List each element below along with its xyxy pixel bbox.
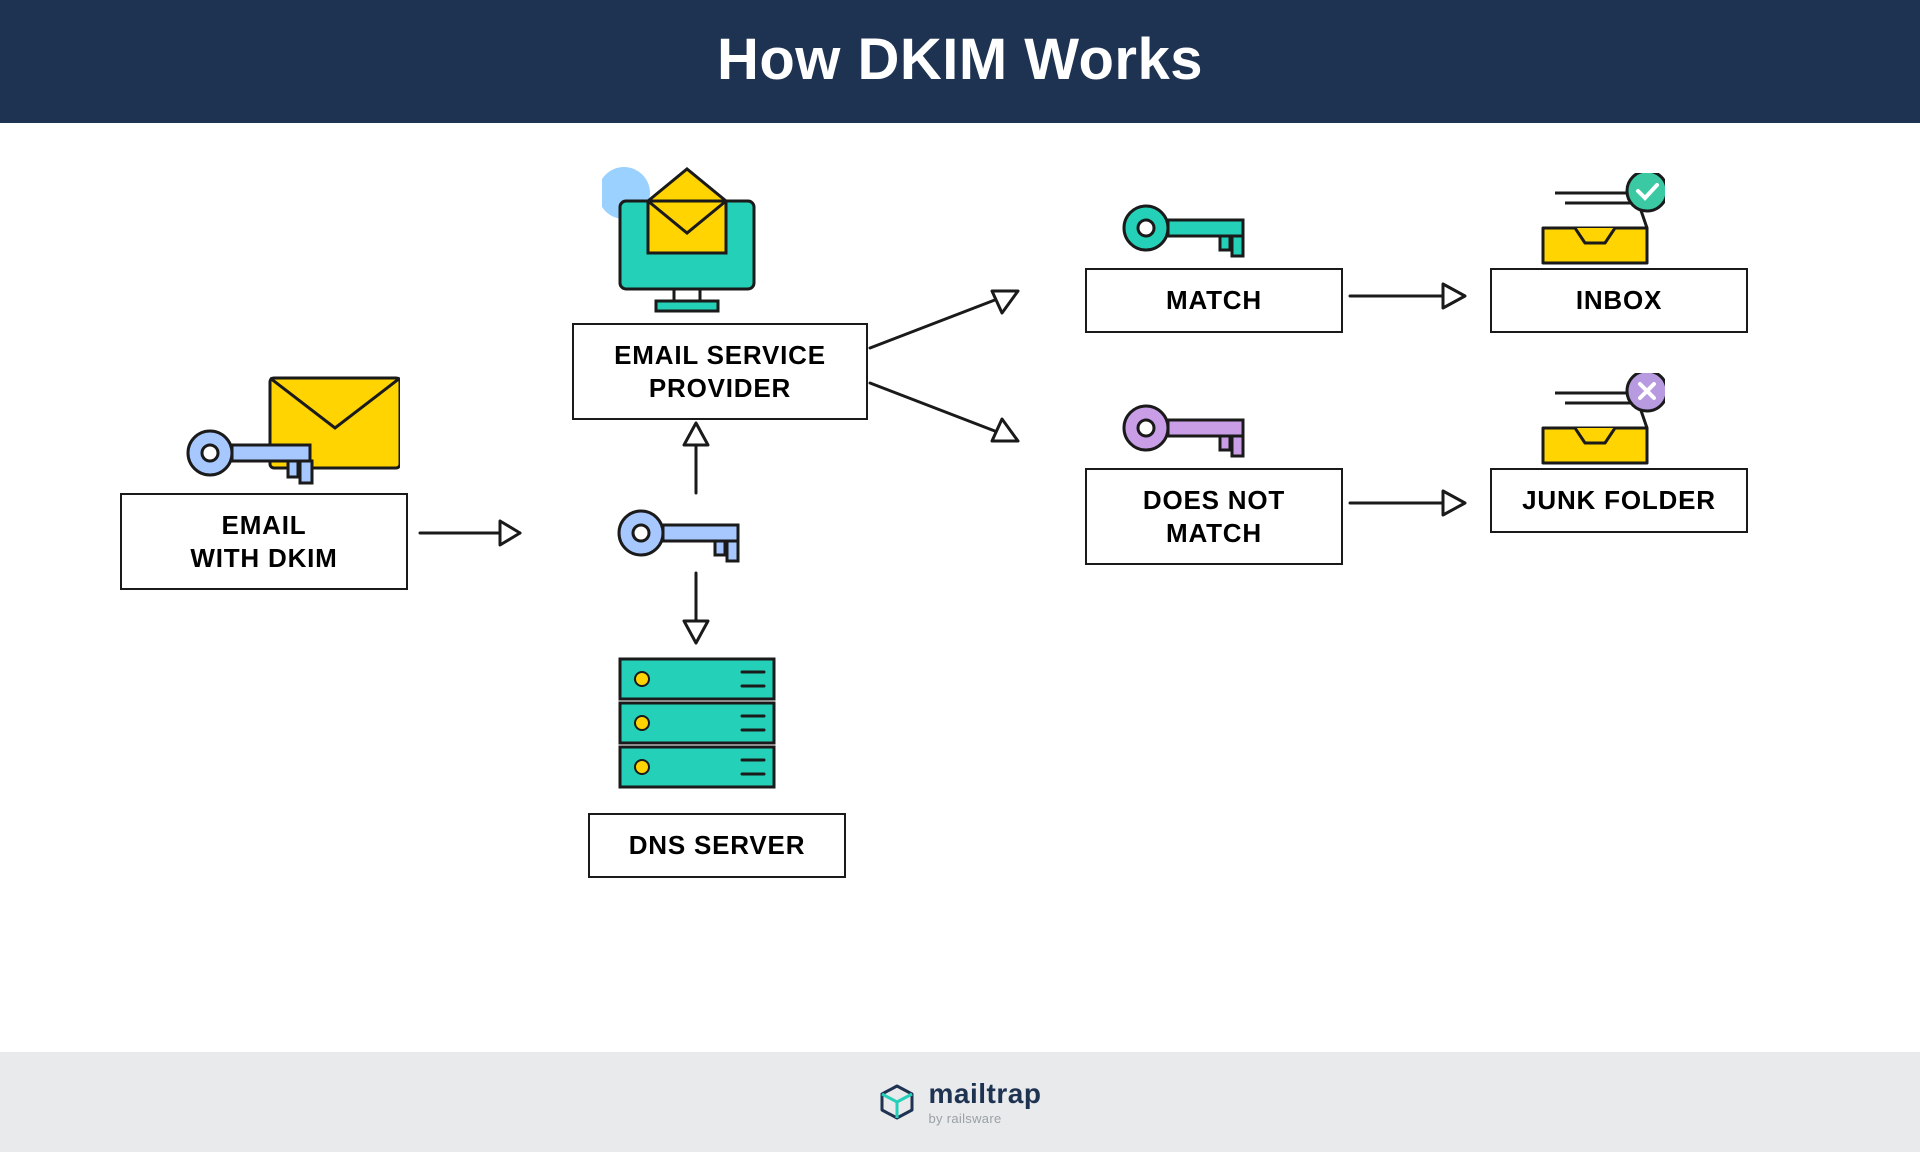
arrow-nomatch-to-junk bbox=[1350, 491, 1465, 515]
arrow-key-to-esp bbox=[684, 423, 708, 493]
arrow-key-to-dns bbox=[684, 573, 708, 643]
mailtrap-logo-icon bbox=[879, 1084, 915, 1120]
footer-brand-name: mailtrap bbox=[929, 1080, 1042, 1108]
footer-brand-byline: by railsware bbox=[929, 1112, 1042, 1125]
footer: mailtrap by railsware bbox=[0, 1052, 1920, 1152]
diagram-title: How DKIM Works bbox=[0, 0, 1920, 123]
arrows-layer bbox=[0, 123, 1920, 1003]
diagram-canvas: EMAIL WITH DKIM EMAIL SERVICE PROVIDER bbox=[0, 123, 1920, 1003]
arrow-esp-to-nomatch bbox=[870, 383, 1018, 441]
arrow-esp-to-match bbox=[870, 291, 1018, 348]
arrow-email-to-esp bbox=[420, 521, 520, 545]
arrow-match-to-inbox bbox=[1350, 284, 1465, 308]
